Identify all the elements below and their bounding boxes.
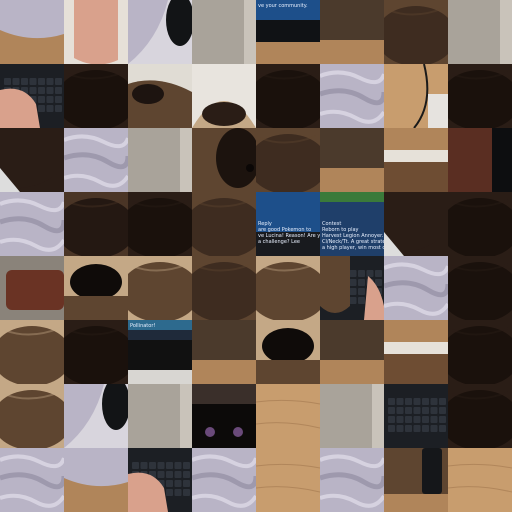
photo-tile-blanket-cat	[128, 0, 192, 64]
screen-text-fragment: a challenge? Lee	[258, 239, 301, 245]
photo-tile-wall	[128, 384, 192, 448]
photo-tile-wall-leather	[0, 256, 64, 320]
photo-tile-screen-top: ve your community.	[256, 0, 320, 64]
photo-tile-wood-shelf	[384, 320, 448, 384]
photo-tile-wall	[192, 0, 256, 64]
photo-tile-fur-dark	[448, 256, 512, 320]
photo-tile-fur-dark	[64, 64, 128, 128]
photo-tile-cat-paw-key	[320, 256, 384, 320]
photo-tile-cat-dark	[384, 192, 448, 256]
photo-tile-wood-dark	[192, 320, 256, 384]
screen-text-fragment: ve your community.	[258, 3, 308, 9]
photo-tile-fur-brown	[192, 256, 256, 320]
photo-tile-fur-dark	[256, 64, 320, 128]
photo-tile-keyboard-hand	[128, 448, 192, 512]
photo-tile-fur-cream	[0, 320, 64, 384]
photo-tile-fur-cream	[256, 256, 320, 320]
photo-tile-monitor-dark	[448, 128, 512, 192]
photo-tile-wood-shelf	[384, 128, 448, 192]
photo-tile-wall	[448, 0, 512, 64]
photo-tile-wood-cable	[384, 64, 448, 128]
photo-tile-blanket	[320, 64, 384, 128]
photo-tile-cat-eyes	[192, 384, 256, 448]
photo-tile-screen-right: Contest Reborn to play Harvest Legion Anno…	[320, 192, 384, 256]
photo-tile-fur-dark	[448, 320, 512, 384]
photo-tile-fur-brown	[256, 128, 320, 192]
photo-tile-wood-dark	[320, 320, 384, 384]
photo-tile-black-paw	[256, 320, 320, 384]
photo-tile-cat-paw	[128, 64, 192, 128]
photo-tile-wood-light	[256, 448, 320, 512]
photo-tile-screen-left: Reply are good Pokemon to ve Lucina! Reaso…	[256, 192, 320, 256]
photo-tile-keyboard	[384, 384, 448, 448]
photo-tile-screen-small: Pollinator!	[128, 320, 192, 384]
photo-tile-fur-brown	[384, 0, 448, 64]
photo-tile-wood-light	[256, 384, 320, 448]
photo-tile-fur-dark	[448, 192, 512, 256]
photo-tile-wood-dark	[320, 0, 384, 64]
photo-tile-blanket	[320, 448, 384, 512]
photo-tile-blanket	[0, 192, 64, 256]
photo-tile-black-paw	[64, 256, 128, 320]
photo-tile-blanket	[64, 128, 128, 192]
photo-tile-fur-dark	[448, 384, 512, 448]
photo-tile-fur-cream	[128, 256, 192, 320]
photo-tile-fur-brown	[192, 192, 256, 256]
photo-tile-cat-dark	[0, 128, 64, 192]
photo-tile-cat-fur	[64, 192, 128, 256]
photo-tile-fur-dark	[64, 320, 128, 384]
screen-text-fragment: a high player, win most of all a wild mo…	[322, 245, 384, 251]
photo-tile-cat-ear	[192, 64, 256, 128]
photo-tile-phone	[384, 448, 448, 512]
photo-tile-keyboard-hand	[0, 64, 64, 128]
photo-tile-wood-dark	[320, 128, 384, 192]
photo-tile-wood-light	[448, 448, 512, 512]
photo-tile-hand	[64, 0, 128, 64]
photo-tile-blanket-wood	[0, 0, 64, 64]
photo-tile-blanket	[384, 256, 448, 320]
photo-tile-blanket-cat	[64, 384, 128, 448]
photo-tile-fur-dark	[128, 192, 192, 256]
photo-tile-blanket	[192, 448, 256, 512]
photo-tile-wall	[128, 128, 192, 192]
photo-tile-blanket	[0, 448, 64, 512]
photo-tile-wall	[320, 384, 384, 448]
photo-tile-fur-dark	[448, 64, 512, 128]
photo-tile-fur-cream	[0, 384, 64, 448]
photo-mosaic: ve your community. Reply are good Pokemon …	[0, 0, 512, 512]
screen-text-fragment: Pollinator!	[130, 323, 156, 329]
photo-tile-blanket-wood	[64, 448, 128, 512]
photo-tile-cat-face	[192, 128, 256, 192]
